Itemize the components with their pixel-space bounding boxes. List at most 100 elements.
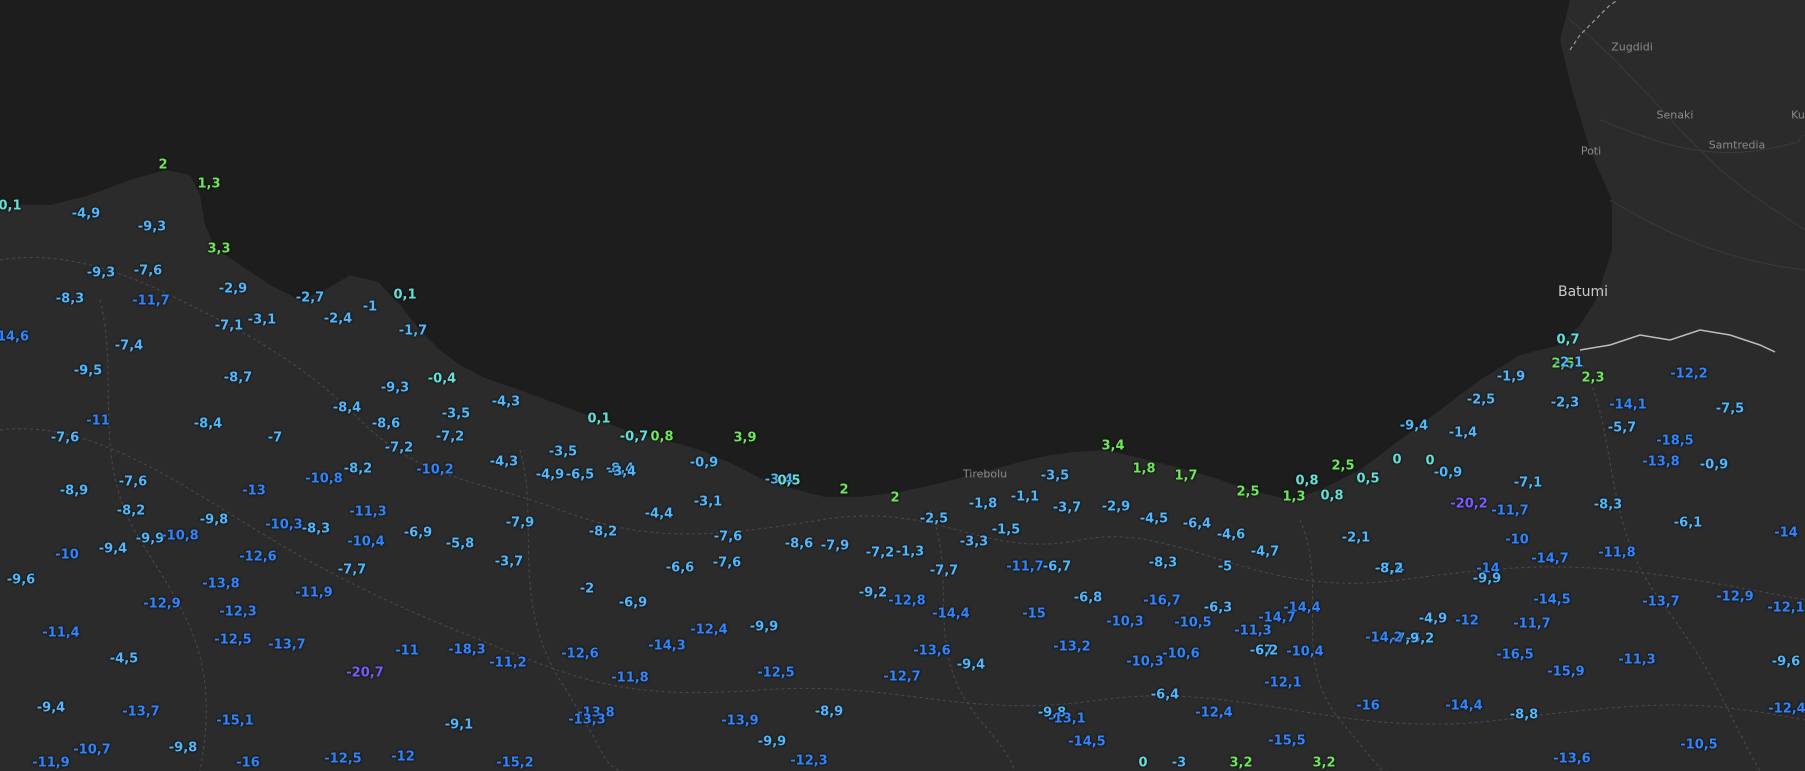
temperature-reading[interactable]: -8,2 (589, 526, 617, 539)
temperature-reading[interactable]: -10,6 (1162, 648, 1199, 661)
temperature-reading[interactable]: -1,5 (992, 524, 1020, 537)
temperature-reading[interactable]: 0,1 (393, 289, 416, 302)
temperature-reading[interactable]: -16,5 (1496, 649, 1533, 662)
temperature-reading[interactable]: -12,3 (790, 755, 827, 768)
temperature-reading[interactable]: -7,6 (51, 432, 79, 445)
temperature-reading[interactable]: -14,4 (932, 608, 969, 621)
temperature-reading[interactable]: -8,3 (302, 523, 330, 536)
temperature-reading[interactable]: -5 (1218, 561, 1232, 574)
temperature-reading[interactable]: -7,9 (506, 517, 534, 530)
temperature-reading[interactable]: -1,1 (1011, 491, 1039, 504)
temperature-reading[interactable]: -8,3 (56, 293, 84, 306)
temperature-reading[interactable]: -9,8 (169, 742, 197, 755)
temperature-reading[interactable]: -7,7 (930, 565, 958, 578)
temperature-reading[interactable]: -5,7 (1608, 422, 1636, 435)
temperature-reading[interactable]: -9,2 (859, 587, 887, 600)
temperature-reading[interactable]: -13 (242, 485, 266, 498)
temperature-reading[interactable]: -6,4 (1151, 689, 1179, 702)
temperature-reading[interactable]: -12,4 (1195, 707, 1232, 720)
temperature-reading[interactable]: -14,4 (1445, 700, 1482, 713)
temperature-reading[interactable]: -10,5 (1680, 739, 1717, 752)
temperature-reading[interactable]: -10,8 (161, 530, 198, 543)
temperature-reading[interactable]: -13,2 (1053, 641, 1090, 654)
temperature-reading[interactable]: -3,1 (694, 496, 722, 509)
temperature-reading[interactable]: 1,8 (1132, 463, 1155, 476)
temperature-reading[interactable]: -14,1 (1609, 399, 1646, 412)
temperature-reading[interactable]: 2,5 (1236, 486, 1259, 499)
temperature-reading[interactable]: 14,6 (0, 331, 29, 344)
temperature-reading[interactable]: -4,9 (536, 469, 564, 482)
temperature-reading[interactable]: -14,5 (1533, 594, 1570, 607)
temperature-reading[interactable]: -7,2 (866, 547, 894, 560)
temperature-reading[interactable]: -0,9 (690, 457, 718, 470)
temperature-reading[interactable]: -1,8 (969, 498, 997, 511)
temperature-reading[interactable]: -15,2 (496, 757, 533, 770)
temperature-reading[interactable]: -6,8 (1074, 592, 1102, 605)
temperature-reading[interactable]: 0,5 (777, 475, 800, 488)
temperature-reading[interactable]: -10,3 (1106, 616, 1143, 629)
temperature-reading[interactable]: -8,4 (333, 402, 361, 415)
temperature-reading[interactable]: -2,5 (1467, 394, 1495, 407)
temperature-reading[interactable]: -6,4 (1183, 518, 1211, 531)
temperature-reading[interactable]: -1 (363, 301, 377, 314)
temperature-reading[interactable]: -3,7 (495, 556, 523, 569)
temperature-reading[interactable]: -8,3 (1594, 499, 1622, 512)
temperature-reading[interactable]: -13,9 (721, 715, 758, 728)
temperature-reading[interactable]: -3,7 (1053, 502, 1081, 515)
temperature-reading[interactable]: -8,6 (372, 418, 400, 431)
temperature-reading[interactable]: -18,3 (448, 644, 485, 657)
temperature-reading[interactable]: -9,1 (445, 719, 473, 732)
temperature-reading[interactable]: -12,4 (1768, 703, 1805, 716)
temperature-reading[interactable]: -14,7 (1531, 553, 1568, 566)
temperature-reading[interactable]: -6,9 (404, 527, 432, 540)
temperature-reading[interactable]: -3 (1172, 757, 1186, 770)
temperature-reading[interactable]: 3,4 (1101, 440, 1124, 453)
temperature-reading[interactable]: -6,3 (1204, 602, 1232, 615)
temperature-reading[interactable]: -4,9 (1419, 613, 1447, 626)
temperature-reading[interactable]: -15,9 (1547, 666, 1584, 679)
temperature-reading[interactable]: -13,7 (1642, 596, 1679, 609)
temperature-reading[interactable]: -16 (1356, 700, 1380, 713)
temperature-reading[interactable]: -9,6 (7, 574, 35, 587)
temperature-reading[interactable]: -12,3 (219, 606, 256, 619)
temperature-reading[interactable]: -9,3 (381, 382, 409, 395)
temperature-reading[interactable]: -4,5 (110, 653, 138, 666)
temperature-reading[interactable]: -12,1 (1264, 677, 1301, 690)
temperature-reading[interactable]: -12,4 (690, 624, 727, 637)
temperature-reading[interactable]: -6,6 (666, 562, 694, 575)
temperature-reading[interactable]: -11,9 (295, 587, 332, 600)
temperature-reading[interactable]: -7,1 (215, 320, 243, 333)
temperature-reading[interactable]: -1,9 (1497, 371, 1525, 384)
temperature-reading[interactable]: -7,6 (713, 557, 741, 570)
temperature-reading[interactable]: -8,2 (344, 463, 372, 476)
temperature-reading[interactable]: -8,9 (815, 706, 843, 719)
temperature-reading[interactable]: -4,4 (645, 508, 673, 521)
temperature-reading[interactable]: -2,9 (219, 283, 247, 296)
temperature-reading[interactable]: -14,2 (1365, 632, 1402, 645)
temperature-reading[interactable]: -7,2 (436, 431, 464, 444)
temperature-reading[interactable]: -0,4 (428, 373, 456, 386)
temperature-reading[interactable]: -11,9 (32, 757, 69, 770)
temperature-reading[interactable]: -6,9 (619, 597, 647, 610)
temperature-reading[interactable]: 3,9 (733, 432, 756, 445)
temperature-reading[interactable]: -13,3 (568, 714, 605, 727)
temperature-reading[interactable]: -9,9 (758, 736, 786, 749)
temperature-reading[interactable]: -18,5 (1656, 435, 1693, 448)
temperature-reading[interactable]: -12,6 (561, 648, 598, 661)
temperature-reading[interactable]: -6,1 (1674, 517, 1702, 530)
temperature-reading[interactable]: -3,5 (1041, 470, 1069, 483)
temperature-reading[interactable]: -12 (1455, 615, 1479, 628)
temperature-reading[interactable]: -4,3 (490, 456, 518, 469)
temperature-reading[interactable]: -8,3 (1149, 557, 1177, 570)
temperature-reading[interactable]: 2,3 (1581, 372, 1604, 385)
temperature-reading[interactable]: -2,1 (1342, 532, 1370, 545)
temperature-reading[interactable]: 0,5 (1356, 473, 1379, 486)
temperature-reading[interactable]: -7,6 (119, 476, 147, 489)
temperature-reading[interactable]: -10 (1505, 534, 1529, 547)
temperature-reading[interactable]: -15,5 (1268, 735, 1305, 748)
temperature-reading[interactable]: -20,2 (1450, 498, 1487, 511)
temperature-reading[interactable]: 0,1 (587, 413, 610, 426)
temperature-reading[interactable]: -16 (236, 757, 260, 770)
temperature-reading[interactable]: -12,8 (888, 595, 925, 608)
temperature-reading[interactable]: 0,1 (0, 200, 22, 213)
